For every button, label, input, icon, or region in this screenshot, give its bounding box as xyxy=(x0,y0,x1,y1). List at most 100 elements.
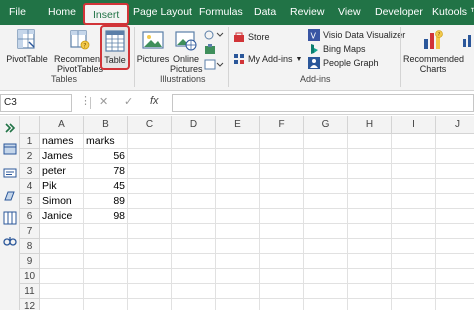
cell-g2[interactable] xyxy=(304,149,348,164)
cell-i3[interactable] xyxy=(392,164,436,179)
formula-input[interactable] xyxy=(172,94,474,112)
enter-icon[interactable]: ✓ xyxy=(124,95,133,108)
cell-d4[interactable] xyxy=(172,179,216,194)
cell-j1[interactable] xyxy=(436,134,474,149)
cell-c7[interactable] xyxy=(128,224,172,239)
visio-data-visualizer-button[interactable]: V Visio Data Visualizer xyxy=(308,29,405,41)
cell-g4[interactable] xyxy=(304,179,348,194)
cell-h12[interactable] xyxy=(348,299,392,310)
cell-d1[interactable] xyxy=(172,134,216,149)
name-manager-icon[interactable] xyxy=(3,166,17,180)
insert-function-icon[interactable]: fx xyxy=(150,95,159,107)
recommended-charts-button[interactable]: ? Recommended Charts xyxy=(403,28,464,74)
charts-more-button[interactable] xyxy=(462,33,474,47)
cell-b7[interactable] xyxy=(84,224,128,239)
cell-f11[interactable] xyxy=(260,284,304,299)
column-header-e[interactable]: E xyxy=(216,116,260,134)
cell-b11[interactable] xyxy=(84,284,128,299)
cell-h5[interactable] xyxy=(348,194,392,209)
tab-kutools[interactable]: Kutools ™ xyxy=(432,0,474,25)
cell-e9[interactable] xyxy=(216,254,260,269)
autotext-icon[interactable] xyxy=(3,189,17,203)
bing-maps-button[interactable]: Bing Maps xyxy=(308,43,366,55)
cell-i9[interactable] xyxy=(392,254,436,269)
cell-c3[interactable] xyxy=(128,164,172,179)
row-header-3[interactable]: 3 xyxy=(20,164,40,179)
cell-e1[interactable] xyxy=(216,134,260,149)
cell-j5[interactable] xyxy=(436,194,474,209)
cell-e10[interactable] xyxy=(216,269,260,284)
tab-review[interactable]: Review xyxy=(290,0,324,25)
cell-g3[interactable] xyxy=(304,164,348,179)
cell-b1[interactable]: marks xyxy=(84,134,128,149)
cell-b6[interactable]: 98 xyxy=(84,209,128,224)
row-header-2[interactable]: 2 xyxy=(20,149,40,164)
tab-home[interactable]: Home xyxy=(48,0,76,25)
cell-h4[interactable] xyxy=(348,179,392,194)
cell-g11[interactable] xyxy=(304,284,348,299)
my-addins-button[interactable]: My Add-ins ▼ xyxy=(233,53,302,65)
row-header-12[interactable]: 12 xyxy=(20,299,40,310)
cell-i10[interactable] xyxy=(392,269,436,284)
cell-d5[interactable] xyxy=(172,194,216,209)
cell-a4[interactable]: Pik xyxy=(40,179,84,194)
cell-e4[interactable] xyxy=(216,179,260,194)
tab-formulas[interactable]: Formulas xyxy=(199,0,243,25)
cell-a5[interactable]: Simon xyxy=(40,194,84,209)
find-replace-icon[interactable] xyxy=(3,234,17,248)
cell-b5[interactable]: 89 xyxy=(84,194,128,209)
store-button[interactable]: Store xyxy=(233,31,270,43)
cell-f5[interactable] xyxy=(260,194,304,209)
cell-i11[interactable] xyxy=(392,284,436,299)
cell-a11[interactable] xyxy=(40,284,84,299)
cell-d7[interactable] xyxy=(172,224,216,239)
column-header-a[interactable]: A xyxy=(40,116,84,134)
cell-d2[interactable] xyxy=(172,149,216,164)
name-box[interactable]: C3 xyxy=(0,94,72,112)
screenshot-button[interactable] xyxy=(204,59,224,71)
cell-d11[interactable] xyxy=(172,284,216,299)
tab-file[interactable]: File xyxy=(9,0,26,25)
cell-d12[interactable] xyxy=(172,299,216,310)
cell-i6[interactable] xyxy=(392,209,436,224)
cell-e11[interactable] xyxy=(216,284,260,299)
cell-f1[interactable] xyxy=(260,134,304,149)
cell-b3[interactable]: 78 xyxy=(84,164,128,179)
cell-b4[interactable]: 45 xyxy=(84,179,128,194)
cell-h11[interactable] xyxy=(348,284,392,299)
cell-j3[interactable] xyxy=(436,164,474,179)
online-pictures-button[interactable]: Online Pictures xyxy=(170,28,203,74)
cell-c6[interactable] xyxy=(128,209,172,224)
row-header-9[interactable]: 9 xyxy=(20,254,40,269)
tab-developer[interactable]: Developer xyxy=(375,0,423,25)
cell-c10[interactable] xyxy=(128,269,172,284)
cell-f12[interactable] xyxy=(260,299,304,310)
pivottable-button[interactable]: PivotTable xyxy=(2,28,52,64)
people-graph-button[interactable]: People Graph xyxy=(308,57,379,69)
cell-j2[interactable] xyxy=(436,149,474,164)
row-header-8[interactable]: 8 xyxy=(20,239,40,254)
cell-d9[interactable] xyxy=(172,254,216,269)
column-header-i[interactable]: I xyxy=(392,116,436,134)
row-header-10[interactable]: 10 xyxy=(20,269,40,284)
cell-a10[interactable] xyxy=(40,269,84,284)
cell-i1[interactable] xyxy=(392,134,436,149)
cell-e3[interactable] xyxy=(216,164,260,179)
cell-h1[interactable] xyxy=(348,134,392,149)
cell-c11[interactable] xyxy=(128,284,172,299)
cell-i12[interactable] xyxy=(392,299,436,310)
row-header-5[interactable]: 5 xyxy=(20,194,40,209)
cell-h8[interactable] xyxy=(348,239,392,254)
cell-i8[interactable] xyxy=(392,239,436,254)
cell-g9[interactable] xyxy=(304,254,348,269)
pictures-button[interactable]: Pictures xyxy=(136,28,170,64)
cell-a2[interactable]: James xyxy=(40,149,84,164)
cell-f6[interactable] xyxy=(260,209,304,224)
cell-a12[interactable] xyxy=(40,299,84,310)
cell-c12[interactable] xyxy=(128,299,172,310)
cell-b8[interactable] xyxy=(84,239,128,254)
cell-e7[interactable] xyxy=(216,224,260,239)
cell-j4[interactable] xyxy=(436,179,474,194)
cell-c8[interactable] xyxy=(128,239,172,254)
expand-icon[interactable] xyxy=(3,121,17,135)
